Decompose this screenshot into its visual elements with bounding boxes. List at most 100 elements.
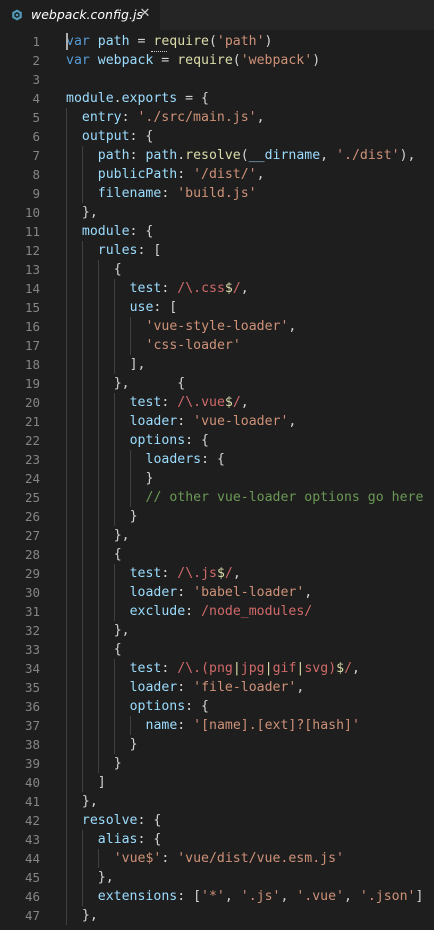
indent-guide xyxy=(113,716,115,735)
code-token: 'babel-loader' xyxy=(193,585,305,600)
code-line[interactable]: 42 resolve: { xyxy=(0,811,434,830)
code-token: , xyxy=(296,680,305,695)
indent-guide xyxy=(81,317,83,336)
code-line[interactable]: 20 test: /\.vue$/, xyxy=(0,393,434,412)
code-line[interactable]: 8 publicPath: '/dist/', xyxy=(0,165,434,184)
line-number: 47 xyxy=(24,908,40,923)
code-line[interactable]: 30 loader: 'babel-loader', xyxy=(0,583,434,602)
indent-guide xyxy=(97,317,99,336)
code-text: loader: 'file-loader', xyxy=(130,678,305,697)
indent-guide xyxy=(81,773,83,792)
code-line[interactable]: 45}, xyxy=(0,868,434,887)
code-token: png xyxy=(209,661,233,676)
code-token: extensions xyxy=(97,889,178,904)
indent-guide xyxy=(81,507,83,526)
code-editor[interactable]: 1 var path = require('path') 2 var webpack … xyxy=(0,32,434,930)
code-line[interactable]: 43 alias: { xyxy=(0,830,434,849)
code-token: : xyxy=(177,585,194,600)
code-line[interactable]: 1 var path = require('path') xyxy=(0,32,434,52)
code-text: }, xyxy=(114,621,130,640)
indent-guide xyxy=(66,849,67,868)
code-line[interactable]: 41}, xyxy=(0,792,434,811)
code-line[interactable]: 26} xyxy=(0,507,434,526)
code-line[interactable]: 11 module: { xyxy=(0,222,434,241)
code-line[interactable]: 31 exclude: /node_modules/ xyxy=(0,602,434,621)
indent-guide xyxy=(66,317,67,336)
code-line[interactable]: 47}, xyxy=(0,906,434,925)
line-number: 44 xyxy=(24,851,40,866)
code-line[interactable]: 22 options: { xyxy=(0,431,434,450)
indent-guide xyxy=(81,868,83,887)
indent-guide xyxy=(81,640,83,659)
code-line[interactable]: 33 { xyxy=(0,640,434,659)
indent-guide xyxy=(81,260,83,279)
code-token: : [ xyxy=(177,889,202,904)
code-token: '.js' xyxy=(240,889,281,904)
tab-webpack-config[interactable]: webpack.config.js ✕ xyxy=(0,0,160,30)
gear-file-icon xyxy=(12,9,22,21)
indent-guide xyxy=(81,697,83,716)
code-line[interactable]: 5 entry: './src/main.js', xyxy=(0,108,434,127)
code-line[interactable]: 17 'css-loader' xyxy=(0,336,434,355)
code-token: } xyxy=(129,737,138,752)
code-line[interactable]: 4 module.exports = { xyxy=(0,89,434,108)
code-token: : xyxy=(161,851,178,866)
close-icon[interactable]: ✕ xyxy=(137,6,153,22)
code-token: : xyxy=(129,148,146,163)
line-number: 27 xyxy=(24,528,40,543)
indent-guide xyxy=(97,355,99,374)
code-token: // other vue-loader options go here xyxy=(145,490,424,505)
code-line[interactable]: 14 test: /\.css$/, xyxy=(0,279,434,298)
code-line[interactable]: 10}, xyxy=(0,203,434,222)
code-line[interactable]: 18], xyxy=(0,355,434,374)
indent-guide xyxy=(113,317,115,336)
code-text: module: { xyxy=(82,222,153,241)
code-token: ) xyxy=(328,661,337,676)
code-line[interactable]: 46 extensions: ['*', '.js', '.vue', '.jso… xyxy=(0,887,434,906)
indent-guide xyxy=(66,488,67,507)
code-line[interactable]: 35 loader: 'file-loader', xyxy=(0,678,434,697)
code-line[interactable]: 24} xyxy=(0,469,434,488)
code-token: }, xyxy=(81,908,98,923)
indent-guide xyxy=(113,697,115,716)
code-line[interactable]: 34 test: /\.(png|jpg|gif|svg)$/, xyxy=(0,659,434,678)
code-line[interactable]: 2 var webpack = require('webpack') xyxy=(0,51,434,70)
code-line[interactable]: 6 output: { xyxy=(0,127,434,146)
code-line[interactable]: 28 { xyxy=(0,545,434,564)
code-line[interactable]: 39} xyxy=(0,754,434,773)
indent-guide xyxy=(81,735,83,754)
code-line[interactable]: 44 'vue$': 'vue/dist/vue.esm.js' xyxy=(0,849,434,868)
code-token: : xyxy=(161,395,178,410)
code-line[interactable]: 13 { xyxy=(0,260,434,279)
code-token: options xyxy=(129,699,186,714)
code-token: $ xyxy=(216,566,225,581)
code-line[interactable]: 38} xyxy=(0,735,434,754)
code-token: publicPath xyxy=(97,167,178,182)
code-line[interactable]: 23 loaders: { xyxy=(0,450,434,469)
code-token: /\.( xyxy=(177,661,210,676)
code-line[interactable]: 7 path: path.resolve(__dirname, './dist')… xyxy=(0,146,434,165)
code-token: 'build.js' xyxy=(177,186,257,201)
line-number: 32 xyxy=(24,623,40,638)
code-token: '*' xyxy=(201,889,225,904)
code-line[interactable]: 15 use: [ xyxy=(0,298,434,317)
code-line[interactable]: 32}, xyxy=(0,621,434,640)
code-line[interactable]: 40] xyxy=(0,773,434,792)
code-text: var webpack = require('webpack') xyxy=(66,51,320,70)
code-text: }, xyxy=(82,203,98,222)
code-line[interactable]: 21 loader: 'vue-loader', xyxy=(0,412,434,431)
code-line[interactable]: 25 // other vue-loader options go here xyxy=(0,488,434,507)
indent-guide xyxy=(97,716,99,735)
code-line[interactable]: 37 name: '[name].[ext]?[hash]' xyxy=(0,716,434,735)
code-line[interactable]: 36 options: { xyxy=(0,697,434,716)
code-line[interactable]: 3 xyxy=(0,70,434,89)
code-token: 'css-loader' xyxy=(145,338,241,353)
indent-guide xyxy=(81,564,83,583)
code-line[interactable]: 29 test: /\.js$/, xyxy=(0,564,434,583)
code-line[interactable]: 27}, xyxy=(0,526,434,545)
code-line[interactable]: 9 filename: 'build.js' xyxy=(0,184,434,203)
code-line[interactable]: 19}, { xyxy=(0,374,434,393)
code-token: : { xyxy=(129,129,154,144)
code-line[interactable]: 16 'vue-style-loader', xyxy=(0,317,434,336)
code-line[interactable]: 12 rules: [ xyxy=(0,241,434,260)
